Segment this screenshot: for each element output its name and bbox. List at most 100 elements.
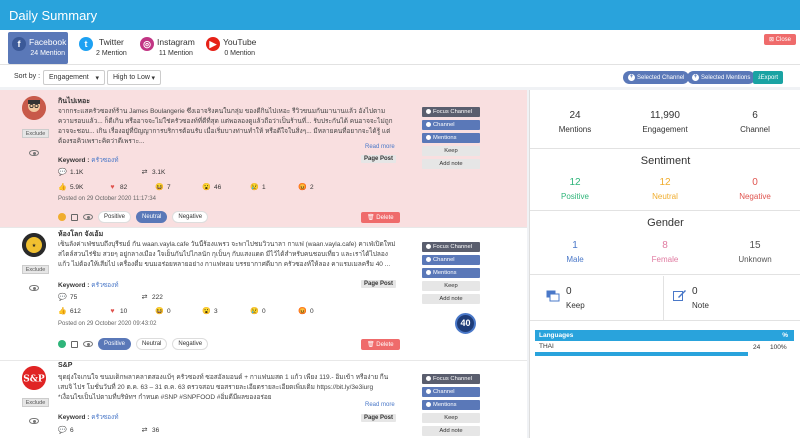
channel-button[interactable]: Channel <box>422 387 480 397</box>
sentiment-neutral-button[interactable]: Neutral <box>136 211 168 223</box>
tab-instagram[interactable]: ◎ Instagram 11 Mention <box>140 32 196 64</box>
keep-button[interactable]: Keep <box>422 146 480 156</box>
tab-twitter[interactable]: t Twitter 2 Mention <box>79 32 135 64</box>
like-stat: 👍 612 <box>58 307 81 316</box>
languages-table-header: Languages % <box>535 330 794 341</box>
share-icon: ⇄ <box>141 294 148 301</box>
export-button[interactable]: ⤓ Export <box>753 71 783 84</box>
mentions-button[interactable]: Mentions <box>422 268 480 278</box>
exclude-button[interactable]: Exclude <box>22 129 49 138</box>
channel-button[interactable]: Channel <box>422 255 480 265</box>
read-more-link[interactable]: Read more <box>365 144 395 150</box>
add-note-button[interactable]: Add note <box>422 294 480 304</box>
focus-channel-button[interactable]: Focus Channel <box>422 107 480 117</box>
stat-value: 7 <box>167 184 171 191</box>
trash-icon: 🗑 <box>367 342 377 348</box>
chevron-down-icon: ▾ <box>95 74 99 82</box>
keyword-label: Keyword : <box>58 414 90 421</box>
keep-icon <box>546 290 560 302</box>
avatar: ★ <box>22 233 46 257</box>
sentiment-negative-button[interactable]: Negative <box>172 338 209 350</box>
keep-button[interactable]: Keep <box>422 281 480 291</box>
checkbox-icon[interactable] <box>71 213 78 221</box>
male-metric: 1 Male <box>530 240 620 264</box>
chevron-down-icon: ▾ <box>151 74 155 82</box>
stat-value: 0 <box>167 308 171 315</box>
stat-value: 5.9K <box>70 184 84 191</box>
focus-channel-button[interactable]: Focus Channel <box>422 374 480 384</box>
sentiment-selector: Positive Neutral Negative <box>58 211 209 223</box>
add-note-button[interactable]: Add note <box>422 426 480 436</box>
stat-value: 36 <box>152 427 160 434</box>
sentiment-positive-button[interactable]: Positive <box>98 338 132 350</box>
neutral-metric: 12 Neutral <box>620 177 710 201</box>
share-icon: ⇄ <box>141 169 148 176</box>
like-stat: 👍 5.9K <box>58 183 83 192</box>
wow-icon: 😮 <box>202 308 211 315</box>
eye-icon[interactable] <box>29 418 39 424</box>
stat-value: 2 <box>310 184 314 191</box>
eye-icon[interactable] <box>29 150 39 156</box>
delete-button[interactable]: 🗑 Delete <box>361 339 400 350</box>
eye-icon[interactable] <box>83 341 93 347</box>
sad-icon: 😢 <box>250 308 259 315</box>
channel-button[interactable]: Channel <box>422 120 480 130</box>
button-label: Selected Channel <box>637 74 685 81</box>
like-icon: 👍 <box>58 184 67 191</box>
delete-button[interactable]: 🗑 Delete <box>361 212 400 223</box>
tab-label: Twitter <box>98 37 124 47</box>
sentiment-positive-button[interactable]: Positive <box>98 211 132 223</box>
dot-icon <box>426 401 431 407</box>
channel-metric: 6 Channel <box>710 110 800 134</box>
focus-channel-button[interactable]: Focus Channel <box>422 242 480 252</box>
button-label: Focus Channel <box>433 244 472 250</box>
language-name: THAI <box>539 343 554 350</box>
exclude-button[interactable]: Exclude <box>22 398 49 407</box>
unknown-metric: 15 Unknown <box>710 240 800 264</box>
avatar-image <box>22 96 46 120</box>
avatar-image: ★ <box>22 233 46 257</box>
edit-icon <box>673 289 687 302</box>
avatar-image: S&P <box>22 366 46 390</box>
sentiment-negative-button[interactable]: Negative <box>172 211 209 223</box>
languages-header: Languages <box>539 332 574 339</box>
divider <box>530 320 800 321</box>
add-note-button[interactable]: Add note <box>422 159 480 169</box>
post-type-badge: Page Post <box>361 280 397 288</box>
sort-field-select[interactable]: Engagement ▾ <box>43 70 105 85</box>
keep-button[interactable]: Keep <box>422 413 480 423</box>
button-label: Focus Channel <box>433 109 472 115</box>
engagement-metric: 11,990 Engagement <box>620 110 710 134</box>
plus-icon: + <box>692 74 699 81</box>
mentions-button[interactable]: Mentions <box>422 133 480 143</box>
close-button[interactable]: ⊠ Close <box>763 34 796 45</box>
comment-stat: 💬 75 <box>58 293 77 302</box>
dot-icon <box>426 269 431 275</box>
exclude-button[interactable]: Exclude <box>22 265 49 274</box>
selected-mentions-button[interactable]: + Selected Mentions <box>687 71 756 84</box>
mentions-button[interactable]: Mentions <box>422 400 480 410</box>
post-author: ห้องโลก จังเอ้ม <box>58 231 104 238</box>
channel-tabs: f Facebook 24 Mention t Twitter 2 Mention … <box>0 30 800 65</box>
avatar: S&P <box>22 366 46 390</box>
sort-field-value: Engagement <box>49 74 89 81</box>
stat-value: 222 <box>152 294 163 301</box>
tab-youtube[interactable]: ▶ YouTube 0 Mention <box>206 32 262 64</box>
checkbox-icon[interactable] <box>71 340 78 348</box>
tab-facebook[interactable]: f Facebook 24 Mention <box>8 32 68 64</box>
post-author: กินไปเหอะ <box>58 98 90 105</box>
female-metric: 8 Female <box>620 240 710 264</box>
sentiment-neutral-button[interactable]: Neutral <box>136 338 168 350</box>
eye-icon[interactable] <box>29 285 39 291</box>
eye-icon[interactable] <box>83 214 93 220</box>
delete-label: Delete <box>376 215 394 221</box>
stat-value: 3.1K <box>152 169 166 176</box>
selected-channel-button[interactable]: + Selected Channel <box>623 71 690 84</box>
stat-value: 3 <box>214 308 218 315</box>
sort-order-select[interactable]: High to Low ▾ <box>107 70 161 85</box>
read-more-link[interactable]: Read more <box>365 402 395 408</box>
tab-label: Instagram <box>157 37 195 47</box>
dot-icon <box>426 375 431 381</box>
metric-value: 0 <box>566 286 572 297</box>
stat-value: 0 <box>262 308 266 315</box>
